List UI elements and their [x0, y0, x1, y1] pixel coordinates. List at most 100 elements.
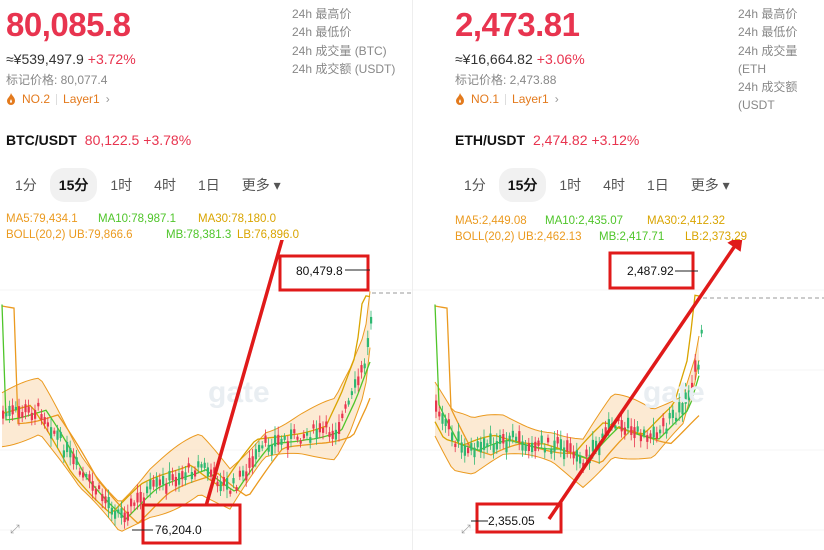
eth-rank: NO.1 [471, 92, 500, 106]
candle-body [107, 497, 110, 509]
tab-1m[interactable]: 1分 [6, 168, 46, 202]
tab-4h[interactable]: 4时 [594, 168, 634, 202]
eth-tags[interactable]: NO.1 Layer1 › [455, 92, 559, 106]
expand-icon[interactable]: ⤢ [461, 522, 471, 537]
candle-body [505, 441, 508, 453]
candle-body [527, 443, 530, 452]
candle-body [130, 498, 133, 507]
candle-body [521, 441, 524, 451]
candle-body [171, 474, 174, 481]
candle-body [56, 430, 59, 440]
candle-body [675, 417, 678, 422]
btc-pair-price: 80,122.5 [84, 132, 140, 148]
candle-body [267, 444, 270, 452]
candle-body [174, 476, 177, 487]
candle-body [540, 435, 543, 444]
candle-body [435, 400, 438, 412]
candle-body [18, 406, 21, 418]
annotation-arrow [547, 240, 742, 520]
chevron-right-icon: › [105, 92, 110, 106]
candle-body [59, 431, 62, 439]
candle-body [2, 410, 5, 419]
flame-icon [7, 93, 15, 105]
candle-body [467, 447, 470, 454]
btc-candlestick-chart[interactable]: gate80,479.876,204.0 [0, 240, 412, 550]
candle-body [454, 443, 457, 447]
candle-body [460, 442, 463, 453]
eth-candlestick-chart[interactable]: gate 2,487.92 2,355.05 [413, 240, 824, 550]
candle-body [550, 448, 553, 454]
candle-body [511, 430, 514, 438]
candle-body [328, 432, 331, 438]
candle-body [547, 437, 550, 443]
eth-cny-line: ≈¥16,664.82 +3.06% [455, 51, 585, 67]
tab-1d[interactable]: 1日 [189, 168, 229, 202]
candle-body [123, 512, 126, 523]
btc-pair-name: BTC/USDT [6, 132, 77, 148]
btc-tags[interactable]: NO.2 Layer1 › [6, 92, 110, 106]
stat-high: 24h 最高价 [738, 7, 798, 21]
candle-body [299, 440, 302, 444]
candle-body [296, 436, 299, 440]
candle-body [636, 426, 639, 432]
candle-body [479, 441, 482, 453]
candle-body [158, 479, 161, 486]
candle-body [91, 481, 94, 491]
candle-body [270, 444, 273, 455]
candle-body [515, 436, 518, 442]
candle-body [75, 457, 78, 466]
candle-body [34, 409, 37, 419]
tab-1h[interactable]: 1时 [550, 168, 590, 202]
candle-body [283, 436, 286, 440]
tab-15m[interactable]: 15分 [49, 168, 98, 202]
candle-body [69, 447, 72, 458]
eth-ma5: MA5:2,449.08 [455, 215, 527, 227]
candle-body [671, 409, 674, 418]
candle-body [290, 429, 293, 439]
candle-body [553, 440, 556, 452]
tab-1d[interactable]: 1日 [638, 168, 678, 202]
candle-body [357, 376, 360, 386]
candle-body [623, 427, 626, 435]
candle-body [502, 433, 505, 444]
tab-1h[interactable]: 1时 [101, 168, 141, 202]
tab-4h[interactable]: 4时 [145, 168, 185, 202]
candle-body [470, 443, 473, 451]
btc-pair-change: +3.78% [143, 132, 192, 148]
candle-body [117, 509, 120, 514]
candle-body [27, 406, 30, 413]
btc-timeframe-tabs: 1分 15分 1时 4时 1日 更多 ▾ [6, 168, 294, 202]
candle-body [72, 453, 75, 465]
candle-body [585, 449, 588, 457]
tab-1m[interactable]: 1分 [455, 168, 495, 202]
btc-ma10: MA10:78,987.1 [98, 213, 177, 225]
candle-body [98, 485, 101, 489]
candle-body [534, 441, 537, 452]
btc-pair-row[interactable]: BTC/USDT 80,122.5 +3.78% [6, 132, 191, 148]
candle-body [463, 445, 466, 456]
btc-high-label: 80,479.8 [296, 264, 343, 278]
candle-body [360, 365, 363, 373]
candle-body [652, 426, 655, 438]
candle-body [37, 402, 40, 407]
btc-price: 80,085.8 [6, 6, 131, 43]
expand-icon[interactable]: ⤢ [10, 522, 20, 537]
btc-rank: NO.2 [22, 92, 51, 106]
candle-body [187, 463, 190, 468]
eth-ma30: MA30:2,412.32 [647, 215, 726, 227]
candle-body [242, 470, 245, 477]
candle-body [322, 427, 325, 433]
tab-15m[interactable]: 15分 [498, 168, 547, 202]
watermark-logo: gate [643, 376, 705, 409]
tab-more[interactable]: 更多 ▾ [682, 168, 739, 202]
candle-body [363, 363, 366, 369]
candle-body [483, 438, 486, 450]
candle-body [30, 412, 33, 421]
tab-more[interactable]: 更多 ▾ [233, 168, 290, 202]
candle-body [152, 479, 155, 487]
eth-pair-row[interactable]: ETH/USDT 2,474.82 +3.12% [455, 132, 639, 148]
candle-body [261, 445, 264, 449]
candle-body [162, 475, 165, 485]
eth-price: 2,473.81 [455, 6, 580, 43]
candle-body [302, 434, 305, 439]
